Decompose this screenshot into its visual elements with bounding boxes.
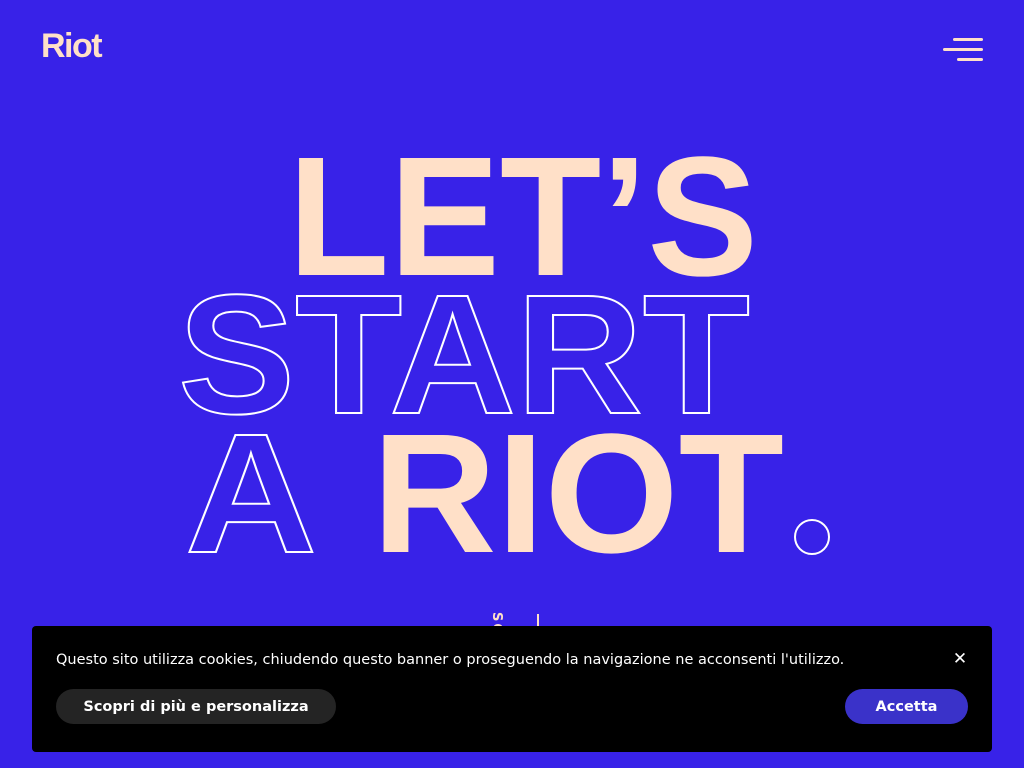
hero-headline: LET’S START A RIOT — [177, 122, 830, 590]
headline-word-a: A — [185, 399, 317, 589]
circle-dot-icon — [794, 519, 830, 555]
cookie-banner: Questo sito utilizza cookies, chiudendo … — [32, 626, 992, 752]
close-icon[interactable]: ✕ — [950, 649, 970, 669]
customize-button[interactable]: Scopri di più e personalizza — [56, 689, 336, 724]
headline-word-riot: RIOT — [372, 399, 784, 589]
accept-button[interactable]: Accetta — [845, 689, 968, 724]
cookie-message: Questo sito utilizza cookies, chiudendo … — [56, 652, 845, 668]
